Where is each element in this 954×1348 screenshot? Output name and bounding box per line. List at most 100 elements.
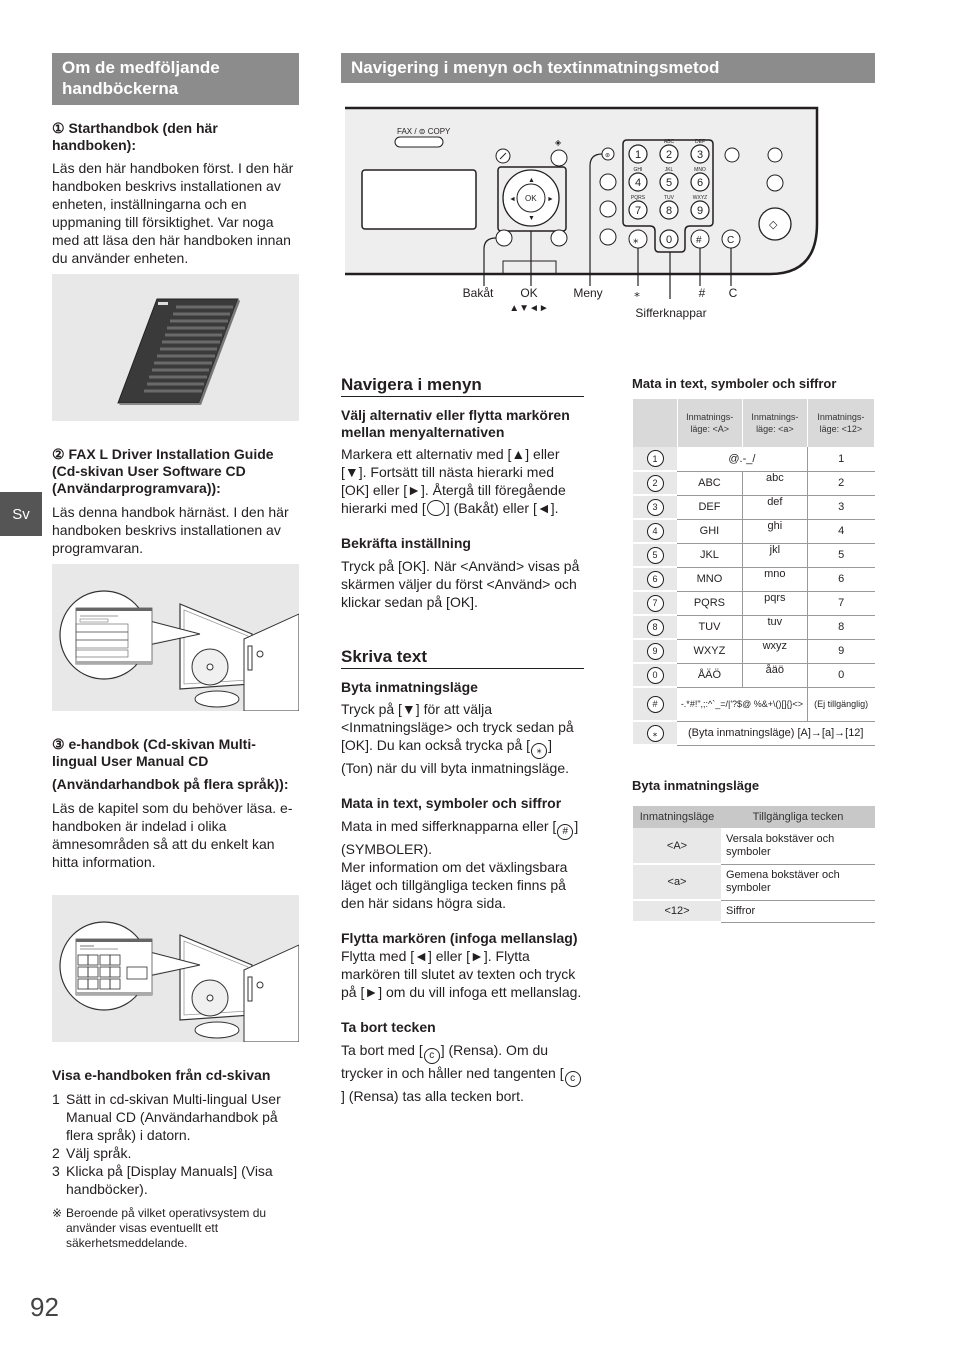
table-row: 1 @.-_/1 bbox=[633, 447, 875, 472]
aux-button bbox=[550, 229, 568, 247]
keypad-key-label: 1 bbox=[635, 149, 641, 161]
keypad-key-label: 6 bbox=[697, 177, 703, 189]
view-ehandbook-title: Visa e-handboken från cd-skivan bbox=[52, 1067, 271, 1083]
write-body3: Flytta med [◄] eller [►]. Flytta marköre… bbox=[341, 948, 582, 1000]
manual-item-2-body: Läs denna handbok härnäst. I den här han… bbox=[52, 504, 289, 556]
character-table-header: Inmatnings-läge: <A> Inmatnings-läge: <a… bbox=[633, 399, 876, 447]
back-button bbox=[495, 229, 513, 247]
manual-item-2-title: ② FAX L Driver Installation Guide (Cd-sk… bbox=[52, 446, 274, 496]
side-button-1 bbox=[599, 173, 617, 191]
keypad-key-label: 9 bbox=[697, 205, 703, 217]
key-0-icon: 0 bbox=[646, 666, 664, 684]
svg-text:►: ► bbox=[547, 196, 554, 203]
write-body4: Ta bort med [c] (Rensa). Om du trycker i… bbox=[341, 1041, 584, 1105]
step-item: 2 Välj språk. bbox=[52, 1145, 132, 1161]
language-tab: Sv bbox=[0, 492, 42, 536]
security-note: ※ Beroende på vilket operativsystem du a… bbox=[52, 1206, 267, 1250]
key-5-icon: 5 bbox=[646, 546, 664, 564]
keypad-key-letters: MNO bbox=[694, 167, 706, 173]
svg-text:◄: ◄ bbox=[509, 196, 516, 203]
table-row: # -.*#!",;:^`_=/|'?$@ %&+\()[]{}<> (Ej til… bbox=[633, 687, 875, 722]
key-4-icon: 4 bbox=[646, 522, 664, 540]
write-sub1: Byta inmatningsläge bbox=[341, 679, 478, 695]
key-hash-icon: # bbox=[646, 695, 664, 713]
page-number: 92 bbox=[30, 1292, 59, 1322]
svg-text:C: C bbox=[727, 235, 734, 246]
table-row: 2 ABC abc 2 bbox=[633, 471, 875, 496]
booklet-illustration bbox=[52, 274, 299, 421]
tone-button bbox=[724, 147, 740, 163]
side-button-3 bbox=[599, 228, 617, 246]
manual-item-3-title-b: (Användarhandbok på flera språk)): bbox=[52, 776, 289, 792]
clear-label: C bbox=[728, 286, 738, 300]
mode-table-title: Byta inmatningsläge bbox=[632, 778, 760, 793]
view-ehandbook-steps: 1 Sätt in cd-skivan Multi-lingual User Ma… bbox=[52, 1090, 299, 1198]
navigate-body2: Tryck på [OK]. När <Använd> visas på skä… bbox=[341, 558, 580, 610]
table-row: <a> Gemena bokstäver och symboler bbox=[633, 864, 875, 901]
hash-label: # bbox=[698, 286, 706, 300]
keypad-key-letters: JKL bbox=[665, 167, 674, 173]
manual-item-2: ② FAX L Driver Installation Guide (Cd-sk… bbox=[52, 446, 299, 557]
table-row: 3 DEF def 3 bbox=[633, 495, 875, 520]
svg-text:◇: ◇ bbox=[769, 219, 778, 231]
stop-button bbox=[766, 174, 784, 192]
write-sub4: Ta bort tecken bbox=[341, 1019, 436, 1035]
manual-item-3: ③ e-handbok (Cd-skivan Multi-lingual Use… bbox=[52, 736, 299, 871]
manual-item-1: ① Starthandbok (den här handboken): Läs … bbox=[52, 120, 299, 267]
note-mark-icon: ※ bbox=[52, 1206, 63, 1220]
keypad-key-label: 0 bbox=[666, 234, 672, 246]
cd-computer-illustration-2 bbox=[52, 895, 299, 1042]
fax-copy-button bbox=[394, 136, 444, 148]
keypad-key-label: 3 bbox=[697, 149, 703, 161]
control-panel-diagram: FAX / ⊜ COPY ◈ OK ▲ ▼ ◄ ► ⊛ 1 2 ABC 3 DEF 4 GH… bbox=[345, 104, 875, 329]
svg-text:▲: ▲ bbox=[528, 177, 535, 184]
step-item: 1 Sätt in cd-skivan Multi-lingual User Ma… bbox=[52, 1091, 281, 1143]
keypad-key-label: 8 bbox=[666, 205, 672, 217]
step-item: 3 Klicka på [Display Manuals] (Visa handb… bbox=[52, 1163, 273, 1197]
key-6-icon: 6 bbox=[646, 570, 664, 588]
table-row: 5 JKL jkl 5 bbox=[633, 543, 875, 568]
svg-text:⁎: ⁎ bbox=[633, 234, 639, 246]
key-7-icon: 7 bbox=[646, 594, 664, 612]
star-key-icon: ⁎ bbox=[531, 743, 548, 759]
mode-table-header: Inmatningsläge Tillgängliga tecken bbox=[633, 806, 875, 828]
keypad-key-label: 4 bbox=[635, 177, 641, 189]
ok-label: OK bbox=[520, 286, 538, 300]
hash-key-icon: # bbox=[557, 824, 574, 840]
write-sub2: Mata in text, symboler och siffror bbox=[341, 795, 562, 811]
clear-key-icon: c bbox=[423, 1048, 440, 1064]
view-ehandbook-section: Visa e-handboken från cd-skivan 1 Sätt in… bbox=[52, 1067, 299, 1251]
svg-text:OK: OK bbox=[525, 194, 537, 203]
booklet-icon bbox=[117, 298, 240, 405]
svg-text:⊛: ⊛ bbox=[605, 153, 610, 159]
navigate-sub1: Välj alternativ eller flytta markören me… bbox=[341, 407, 570, 440]
table-row: <12> Siffror bbox=[633, 900, 875, 923]
numeric-keys-label: Sifferknappar bbox=[635, 306, 707, 320]
manual-item-1-title: ① Starthandbok (den här handboken): bbox=[52, 120, 218, 153]
cd-monitor-icon bbox=[59, 590, 299, 711]
svg-text:◈: ◈ bbox=[555, 138, 562, 147]
manual-item-1-body: Läs den här handboken först. I den här h… bbox=[52, 160, 294, 266]
side-button-2 bbox=[599, 200, 617, 218]
write-text-title: Skriva text bbox=[341, 647, 584, 669]
table-row: ⁎ (Byta inmatningsläge) [A]→[a]→[12] bbox=[633, 721, 875, 746]
cd-monitor-icon bbox=[59, 921, 299, 1042]
write-body1: Tryck på [▼] för att välja <Inmatningslä… bbox=[341, 701, 574, 776]
character-table: Inmatnings-läge: <A> Inmatnings-läge: <a… bbox=[633, 399, 876, 746]
star-label: ⁎ bbox=[634, 286, 640, 300]
table-row: 0 ÅÄÖ åäö 0 bbox=[633, 663, 875, 688]
key-2-icon: 2 bbox=[646, 474, 664, 492]
lcd-display bbox=[361, 169, 477, 230]
mode-table: Inmatningsläge Tillgängliga tecken <A> V… bbox=[633, 806, 875, 923]
table-row: 9 WXYZ wxyz 9 bbox=[633, 639, 875, 664]
table-row: 8 TUV tuv 8 bbox=[633, 615, 875, 640]
keypad-key-letters: WXYZ bbox=[693, 195, 707, 201]
keypad-key-letters: PQRS bbox=[631, 195, 646, 201]
char-table-title: Mata in text, symboler och siffror bbox=[632, 376, 837, 391]
arrow-keys-label: ▲▼◄► bbox=[509, 303, 549, 314]
cd-computer-illustration-1 bbox=[52, 564, 299, 711]
svg-text:#: # bbox=[696, 235, 702, 246]
back-button-icon bbox=[426, 500, 445, 516]
manual-item-3-title-a: ③ e-handbok (Cd-skivan Multi-lingual Use… bbox=[52, 736, 256, 769]
navigate-menu-title: Navigera i menyn bbox=[341, 375, 584, 397]
